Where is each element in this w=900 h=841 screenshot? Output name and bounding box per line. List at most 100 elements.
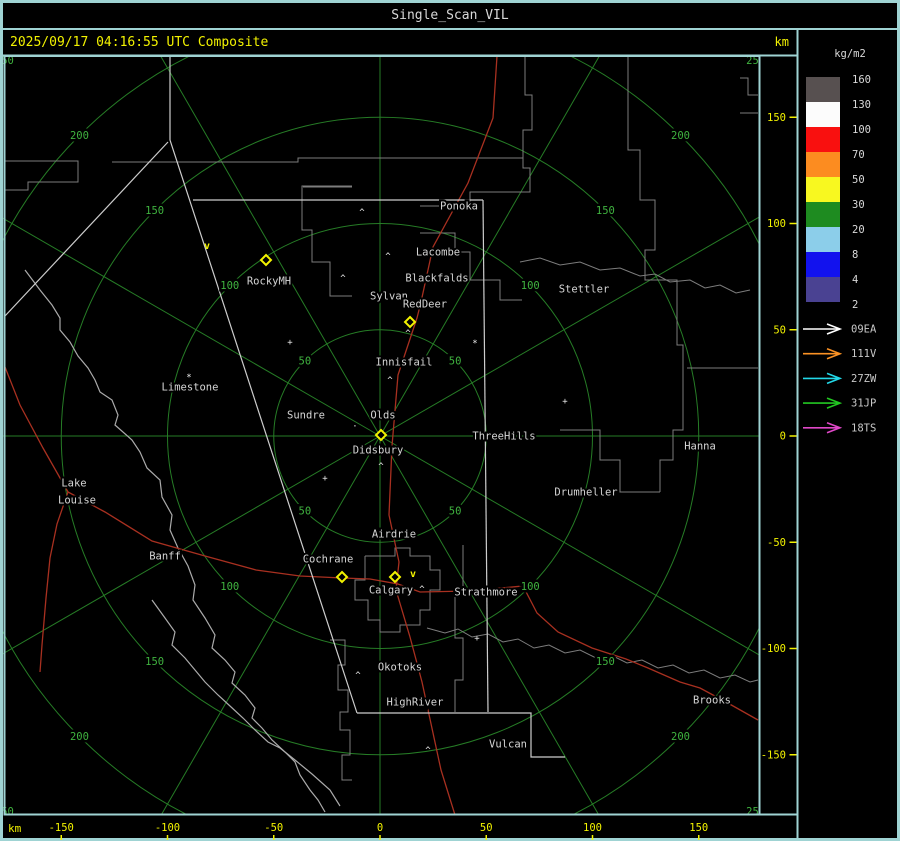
city-label: Lake [61, 478, 86, 490]
ring-distance-label: 200 [671, 130, 690, 142]
ring-distance-label: 200 [70, 731, 89, 743]
vector-id-label: 18TS [851, 422, 876, 434]
ring-distance-label: 150 [596, 656, 615, 668]
legend-scale-label: 160 [852, 74, 871, 86]
vector-id-label: 31JP [851, 398, 876, 410]
legend-scale-label: 130 [852, 99, 871, 111]
city-label: Strathmore [454, 587, 517, 599]
ring-distance-label: 100 [220, 280, 239, 292]
ring-distance-label: 200 [671, 731, 690, 743]
legend-color-swatch [806, 227, 840, 252]
city-label: Calgary [369, 585, 413, 597]
city-label: Ponoka [440, 201, 478, 213]
legend-color-swatch [806, 152, 840, 177]
city-label: Sundre [287, 410, 325, 422]
x-tick-label: -50 [264, 822, 283, 834]
y-tick-label: -50 [767, 537, 786, 549]
x-tick-label: -150 [49, 822, 74, 834]
storm-vector-arrow: v [204, 241, 210, 252]
town-marker: ^ [385, 252, 391, 262]
ring-distance-label: 150 [145, 205, 164, 217]
town-marker: ^ [425, 746, 431, 756]
city-label: RedDeer [403, 299, 447, 311]
vector-id-label: 09EA [851, 324, 877, 336]
city-label: Banff [149, 551, 181, 563]
ring-distance-label: 50 [299, 355, 312, 367]
city-label: Okotoks [378, 662, 422, 674]
town-marker: + [287, 338, 293, 348]
legend-color-scale [806, 77, 840, 302]
town-marker: * [472, 339, 477, 349]
town-marker: · [352, 422, 357, 432]
legend-scale-label: 8 [852, 249, 858, 261]
city-label: Limestone [162, 382, 219, 394]
x-axis-unit-label: km [8, 822, 22, 835]
legend-scale-label: 70 [852, 149, 865, 161]
x-tick-label: 0 [377, 822, 383, 834]
city-label: Vulcan [489, 739, 527, 751]
town-marker: ^ [378, 462, 384, 472]
legend-scale-label: 2 [852, 299, 858, 311]
city-label: Olds [370, 410, 395, 422]
y-tick-label: -150 [761, 749, 786, 761]
town-marker: ^ [387, 376, 393, 386]
title-bar: Single_Scan_VIL [391, 8, 509, 23]
legend-scale-label: 100 [852, 124, 871, 136]
legend-units-label: kg/m2 [834, 48, 866, 60]
city-label: Brooks [693, 695, 731, 707]
ring-distance-label: 50 [449, 506, 462, 518]
city-label: Drumheller [554, 487, 617, 499]
city-label: Lacombe [416, 247, 460, 259]
y-tick-label: 150 [767, 112, 786, 124]
window-background [0, 0, 900, 841]
city-label: HighRiver [387, 697, 444, 709]
town-marker: ^ [419, 585, 425, 595]
city-label: Airdrie [372, 529, 416, 541]
y-tick-label: 100 [767, 218, 786, 230]
ring-distance-label: 100 [220, 581, 239, 593]
storm-vector-arrow: v [410, 569, 416, 580]
town-marker: ^ [355, 671, 361, 681]
legend-color-swatch [806, 252, 840, 277]
city-label: Stettler [559, 284, 610, 296]
y-tick-label: -100 [761, 643, 786, 655]
ring-distance-label: 150 [145, 656, 164, 668]
city-label: Innisfail [376, 357, 433, 369]
city-label: RockyMH [247, 276, 291, 288]
legend-color-swatch [806, 102, 840, 127]
city-label: Cochrane [303, 554, 354, 566]
legend-scale-label: 4 [852, 274, 858, 286]
legend-scale-label: 30 [852, 199, 865, 211]
y-tick-label: 50 [773, 324, 786, 336]
y-tick-label: 0 [780, 431, 786, 443]
ring-distance-label: 100 [521, 280, 540, 292]
town-marker: ^ [359, 208, 365, 218]
radar-app-window: 50 5050 50100 100100 100150 150150 150200 20020… [0, 0, 900, 841]
legend-color-swatch [806, 127, 840, 152]
city-label: Louise [58, 495, 96, 507]
ring-distance-label: 200 [70, 130, 89, 142]
legend-scale-label: 20 [852, 224, 865, 236]
legend-color-swatch [806, 177, 840, 202]
window-title: Single_Scan_VIL [391, 8, 509, 23]
scan-timestamp: 2025/09/17 04:16:55 UTC Composite [10, 35, 268, 50]
town-marker: ^ [340, 274, 346, 284]
y-axis-unit-label: km [775, 35, 789, 49]
ring-distance-label: 50 [299, 506, 312, 518]
town-marker: + [322, 474, 328, 484]
x-tick-label: 50 [480, 822, 493, 834]
city-label: Didsbury [353, 445, 404, 457]
city-label: ThreeHills [472, 431, 535, 443]
town-marker: + [474, 634, 480, 644]
legend-color-swatch [806, 77, 840, 102]
ring-distance-label: 100 [521, 581, 540, 593]
city-label: Blackfalds [405, 273, 468, 285]
town-marker: ^ [405, 329, 411, 339]
x-tick-label: 150 [689, 822, 708, 834]
city-label: Hanna [684, 441, 716, 453]
ring-distance-label: 50 [449, 355, 462, 367]
legend-color-swatch [806, 202, 840, 227]
legend-scale-label: 50 [852, 174, 865, 186]
ring-distance-label: 150 [596, 205, 615, 217]
vector-id-label: 27ZW [851, 373, 877, 385]
